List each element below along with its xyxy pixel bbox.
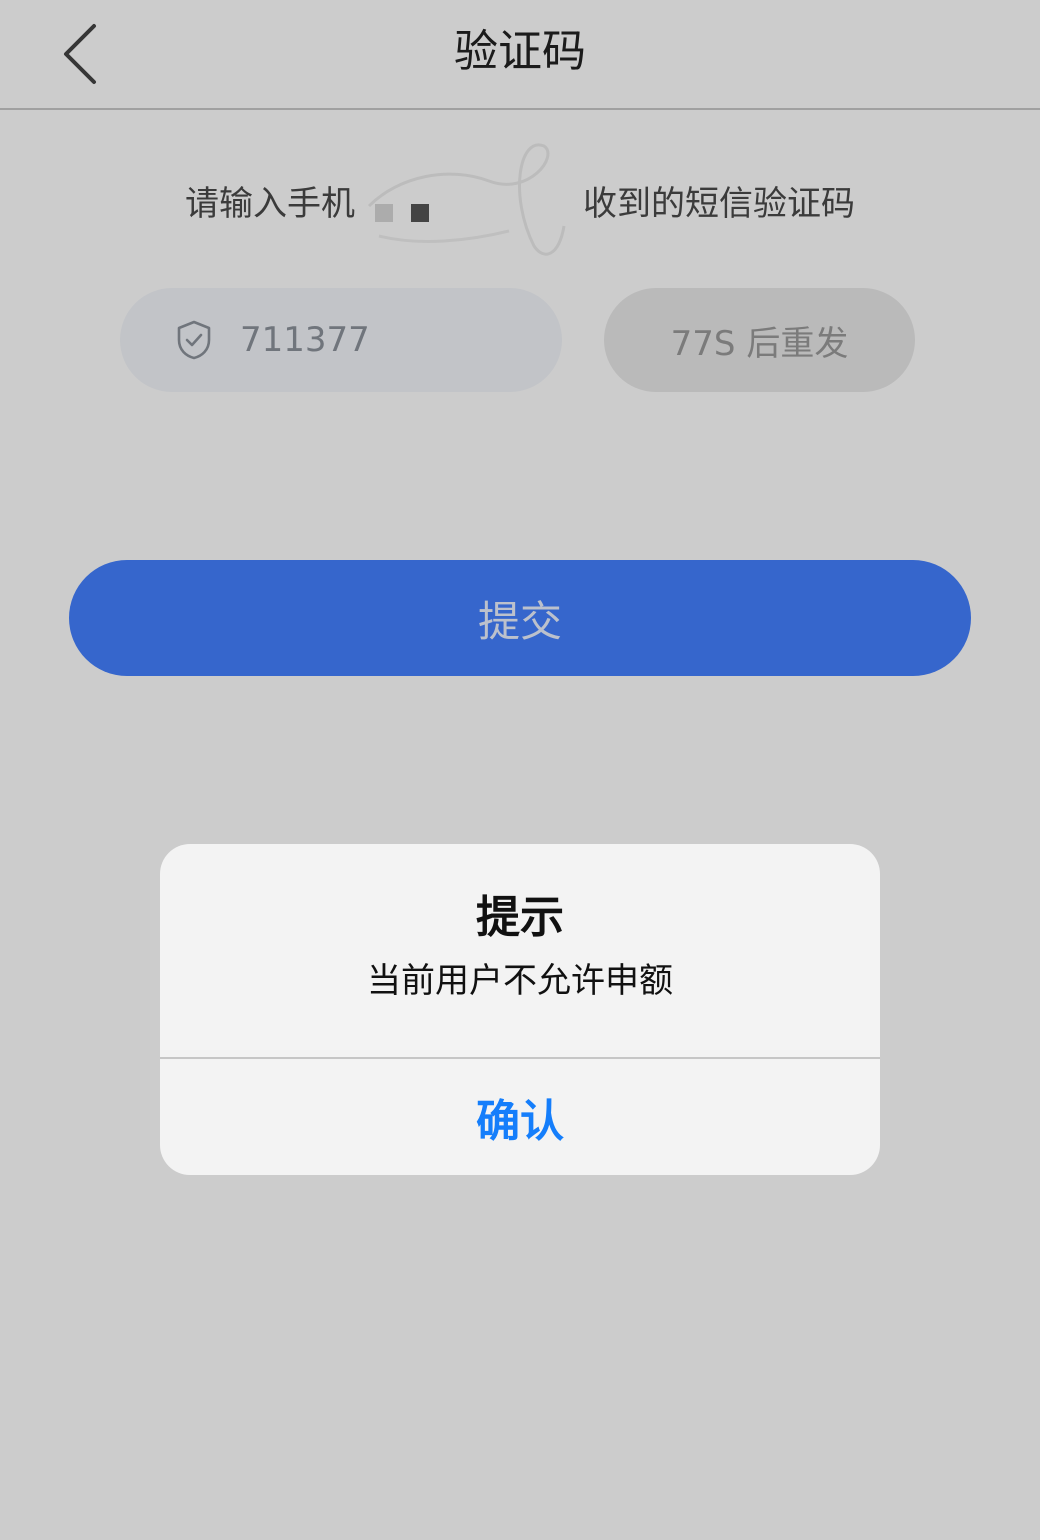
alert-dialog: 提示 当前用户不允许申额 确认 <box>160 844 880 1175</box>
alert-title: 提示 <box>476 892 564 943</box>
verification-page: 验证码 请输入手机 收到的短信验证码 77S 后重发 提交 提示 当前用户不允许… <box>0 0 1040 1540</box>
modal-backdrop <box>0 0 1040 1540</box>
alert-confirm-button[interactable]: 确认 <box>160 1059 880 1175</box>
alert-message: 当前用户不允许申额 <box>367 961 673 1001</box>
